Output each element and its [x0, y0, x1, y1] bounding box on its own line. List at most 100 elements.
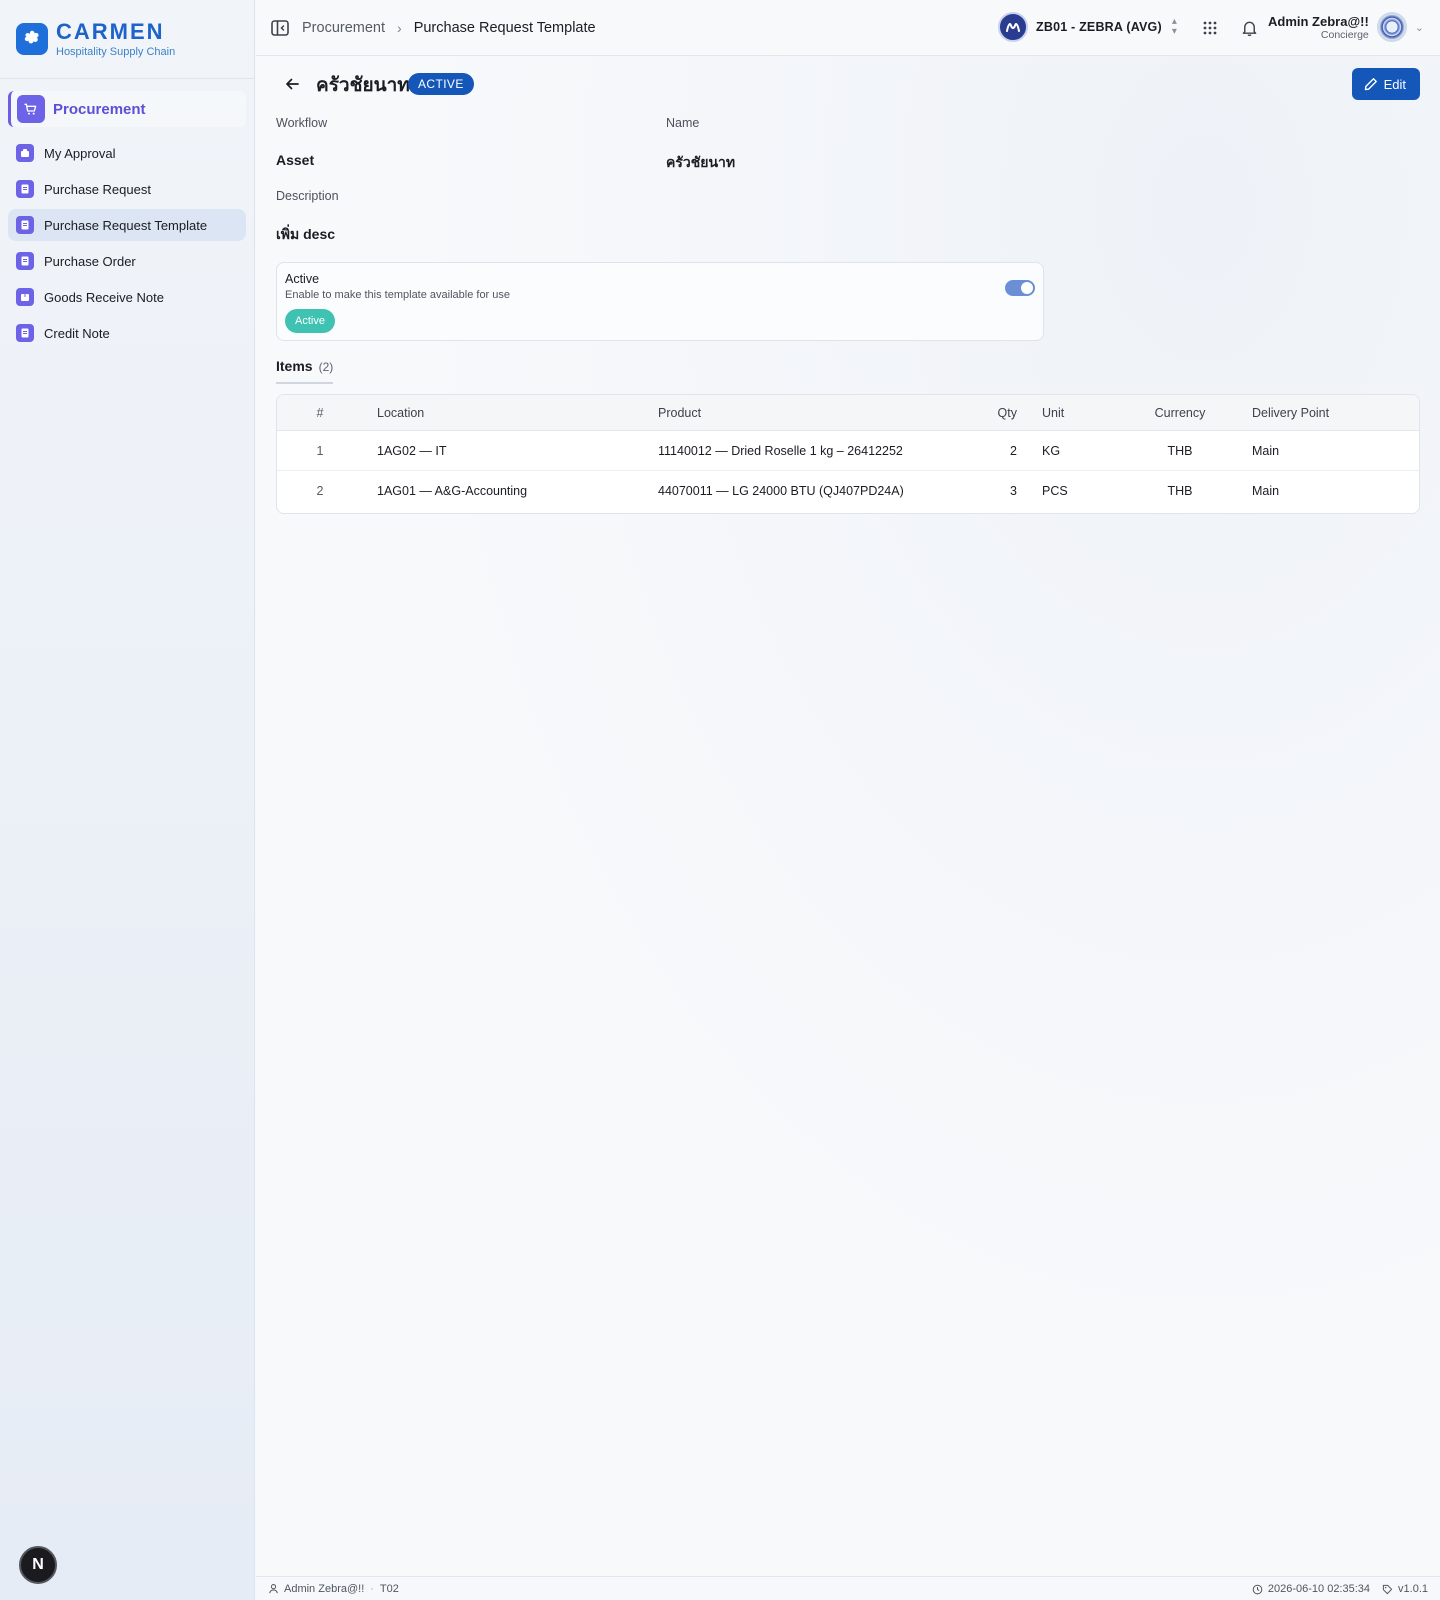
status-bar: Admin Zebra@!! · T02 2026-06-10 02:35:34… [256, 1576, 1440, 1600]
user-name: Admin Zebra@!! [1267, 13, 1369, 29]
items-table: # Location Product Qty Unit Currency Del… [276, 394, 1420, 514]
active-toggle[interactable] [1005, 280, 1035, 296]
active-status-badge: Active [285, 309, 335, 333]
workflow-value: Asset [276, 152, 315, 168]
column-header-product: Product [658, 405, 702, 420]
sidebar-item-credit-note[interactable]: Credit Note [8, 317, 246, 349]
breadcrumb-current: Purchase Request Template [413, 19, 596, 36]
active-setting-title: Active [285, 272, 320, 286]
name-label: Name [666, 116, 700, 130]
cell-delivery-point: Main [1252, 484, 1280, 498]
user-icon [269, 1584, 278, 1594]
sidebar-item-label: Goods Receive Note [44, 289, 164, 305]
cell-qty: 3 [1010, 484, 1017, 498]
approval-icon [16, 144, 34, 162]
brand[interactable]: CARMEN Hospitality Supply Chain [0, 0, 254, 79]
cell-product: 44070011 — LG 24000 BTU (QJ407PD24A) [658, 484, 904, 498]
footer-user: Admin Zebra@!! [284, 1582, 365, 1595]
nav-group-label: Procurement [53, 100, 146, 118]
document-icon [16, 252, 34, 270]
sidebar-item-label: Purchase Request [44, 181, 151, 197]
chevron-down-icon: ⌄ [1414, 21, 1424, 34]
chevron-up-down-icon: ▴ ▾ [1171, 16, 1177, 37]
cell-location: 1AG02 — IT [377, 443, 447, 458]
brand-tagline: Hospitality Supply Chain [56, 46, 176, 58]
items-count: (2) [318, 360, 334, 374]
sidebar: CARMEN Hospitality Supply Chain Procurem… [0, 0, 255, 1600]
column-header-number: # [316, 405, 324, 420]
dev-tools-badge[interactable]: N [19, 1546, 57, 1584]
sidebar-item-label: Purchase Order [44, 253, 136, 269]
cell-currency: THB [1167, 443, 1193, 458]
table-header-row: # Location Product Qty Unit Currency Del… [277, 395, 1419, 431]
chevron-right-icon: › [397, 19, 402, 36]
edit-button-label: Edit [1383, 76, 1406, 92]
column-header-unit: Unit [1042, 405, 1065, 420]
nav-group-procurement[interactable]: Procurement [8, 91, 246, 127]
description-value: เพิ่ม desc [276, 226, 336, 242]
breadcrumb-procurement[interactable]: Procurement [302, 20, 385, 36]
package-icon [16, 288, 34, 306]
sidebar-item-purchase-order[interactable]: Purchase Order [8, 245, 246, 277]
main-content: ครัวชัยนาท ACTIVE Edit Workflow Asset Na… [256, 56, 1440, 1576]
status-badge: ACTIVE [408, 73, 474, 95]
sidebar-item-label: My Approval [44, 145, 116, 161]
name-value: ครัวชัยนาท [666, 154, 736, 170]
sidebar-item-label: Purchase Request Template [44, 217, 208, 233]
footer-code: T02 [379, 1582, 399, 1595]
column-header-qty: Qty [997, 405, 1017, 420]
business-unit-logo-icon [998, 12, 1028, 42]
document-icon [16, 180, 34, 198]
avatar [1376, 12, 1407, 42]
sidebar-item-purchase-request[interactable]: Purchase Request [8, 173, 246, 205]
cell-product: 11140012 — Dried Roselle 1 kg – 26412252 [658, 443, 903, 458]
column-header-currency: Currency [1154, 405, 1206, 420]
business-unit-switcher[interactable]: ZB01 - ZEBRA (AVG) ▴ ▾ [998, 12, 1177, 42]
tag-icon [1382, 1584, 1393, 1594]
back-arrow-icon[interactable] [284, 76, 300, 92]
sidebar-item-purchase-request-template[interactable]: Purchase Request Template [8, 209, 246, 241]
footer-timestamp: 2026-06-10 02:35:34 [1267, 1583, 1371, 1595]
nav-list: My Approval Purchase Request Purchase Re… [0, 137, 254, 349]
pencil-icon [1364, 78, 1377, 91]
active-setting-description: Enable to make this template available f… [285, 289, 511, 301]
cell-unit: PCS [1042, 484, 1068, 498]
footer-version: v1.0.1 [1398, 1583, 1428, 1595]
cell-number: 2 [316, 484, 324, 498]
carmen-logo-icon [16, 23, 48, 55]
apps-grid-icon[interactable] [1202, 20, 1218, 36]
cell-currency: THB [1167, 484, 1193, 498]
cell-delivery-point: Main [1252, 443, 1280, 458]
user-role: Concierge [1320, 28, 1369, 41]
document-icon [16, 324, 34, 342]
page-title: ครัวชัยนาท [316, 75, 410, 96]
workflow-label: Workflow [276, 116, 328, 130]
business-unit-label: ZB01 - ZEBRA (AVG) [1036, 20, 1162, 34]
user-menu[interactable]: Admin Zebra@!! Concierge ⌄ [1268, 12, 1424, 42]
description-label: Description [276, 189, 339, 203]
cell-location: 1AG01 — A&G-Accounting [377, 484, 528, 498]
sidebar-item-my-approval[interactable]: My Approval [8, 137, 246, 169]
brand-name: CARMEN [56, 19, 165, 44]
items-tab[interactable]: Items (2) [276, 358, 334, 384]
cell-unit: KG [1042, 443, 1061, 458]
breadcrumb: Procurement › Purchase Request Template [290, 20, 596, 36]
items-title: Items [276, 358, 313, 374]
edit-button[interactable]: Edit [1351, 68, 1420, 100]
bell-icon[interactable] [1241, 19, 1258, 37]
cell-qty: 2 [1010, 443, 1017, 458]
sidebar-item-label: Credit Note [44, 325, 110, 341]
table-row[interactable]: 1 1AG02 — IT 11140012 — Dried Roselle 1 … [277, 431, 1419, 471]
sidebar-item-goods-receive-note[interactable]: Goods Receive Note [8, 281, 246, 313]
column-header-delivery-point: Delivery Point [1252, 405, 1330, 420]
panel-toggle-icon[interactable] [270, 18, 290, 38]
table-row[interactable]: 2 1AG01 — A&G-Accounting 44070011 — LG 2… [277, 471, 1419, 511]
cart-icon [17, 95, 45, 123]
separator-dot: · [370, 1582, 374, 1595]
active-setting-card: Active Enable to make this template avai… [276, 262, 1044, 341]
document-icon [16, 216, 34, 234]
clock-icon [1252, 1584, 1263, 1594]
cell-number: 1 [316, 443, 324, 458]
column-header-location: Location [377, 405, 425, 420]
topbar: Procurement › Purchase Request Template … [256, 0, 1440, 56]
